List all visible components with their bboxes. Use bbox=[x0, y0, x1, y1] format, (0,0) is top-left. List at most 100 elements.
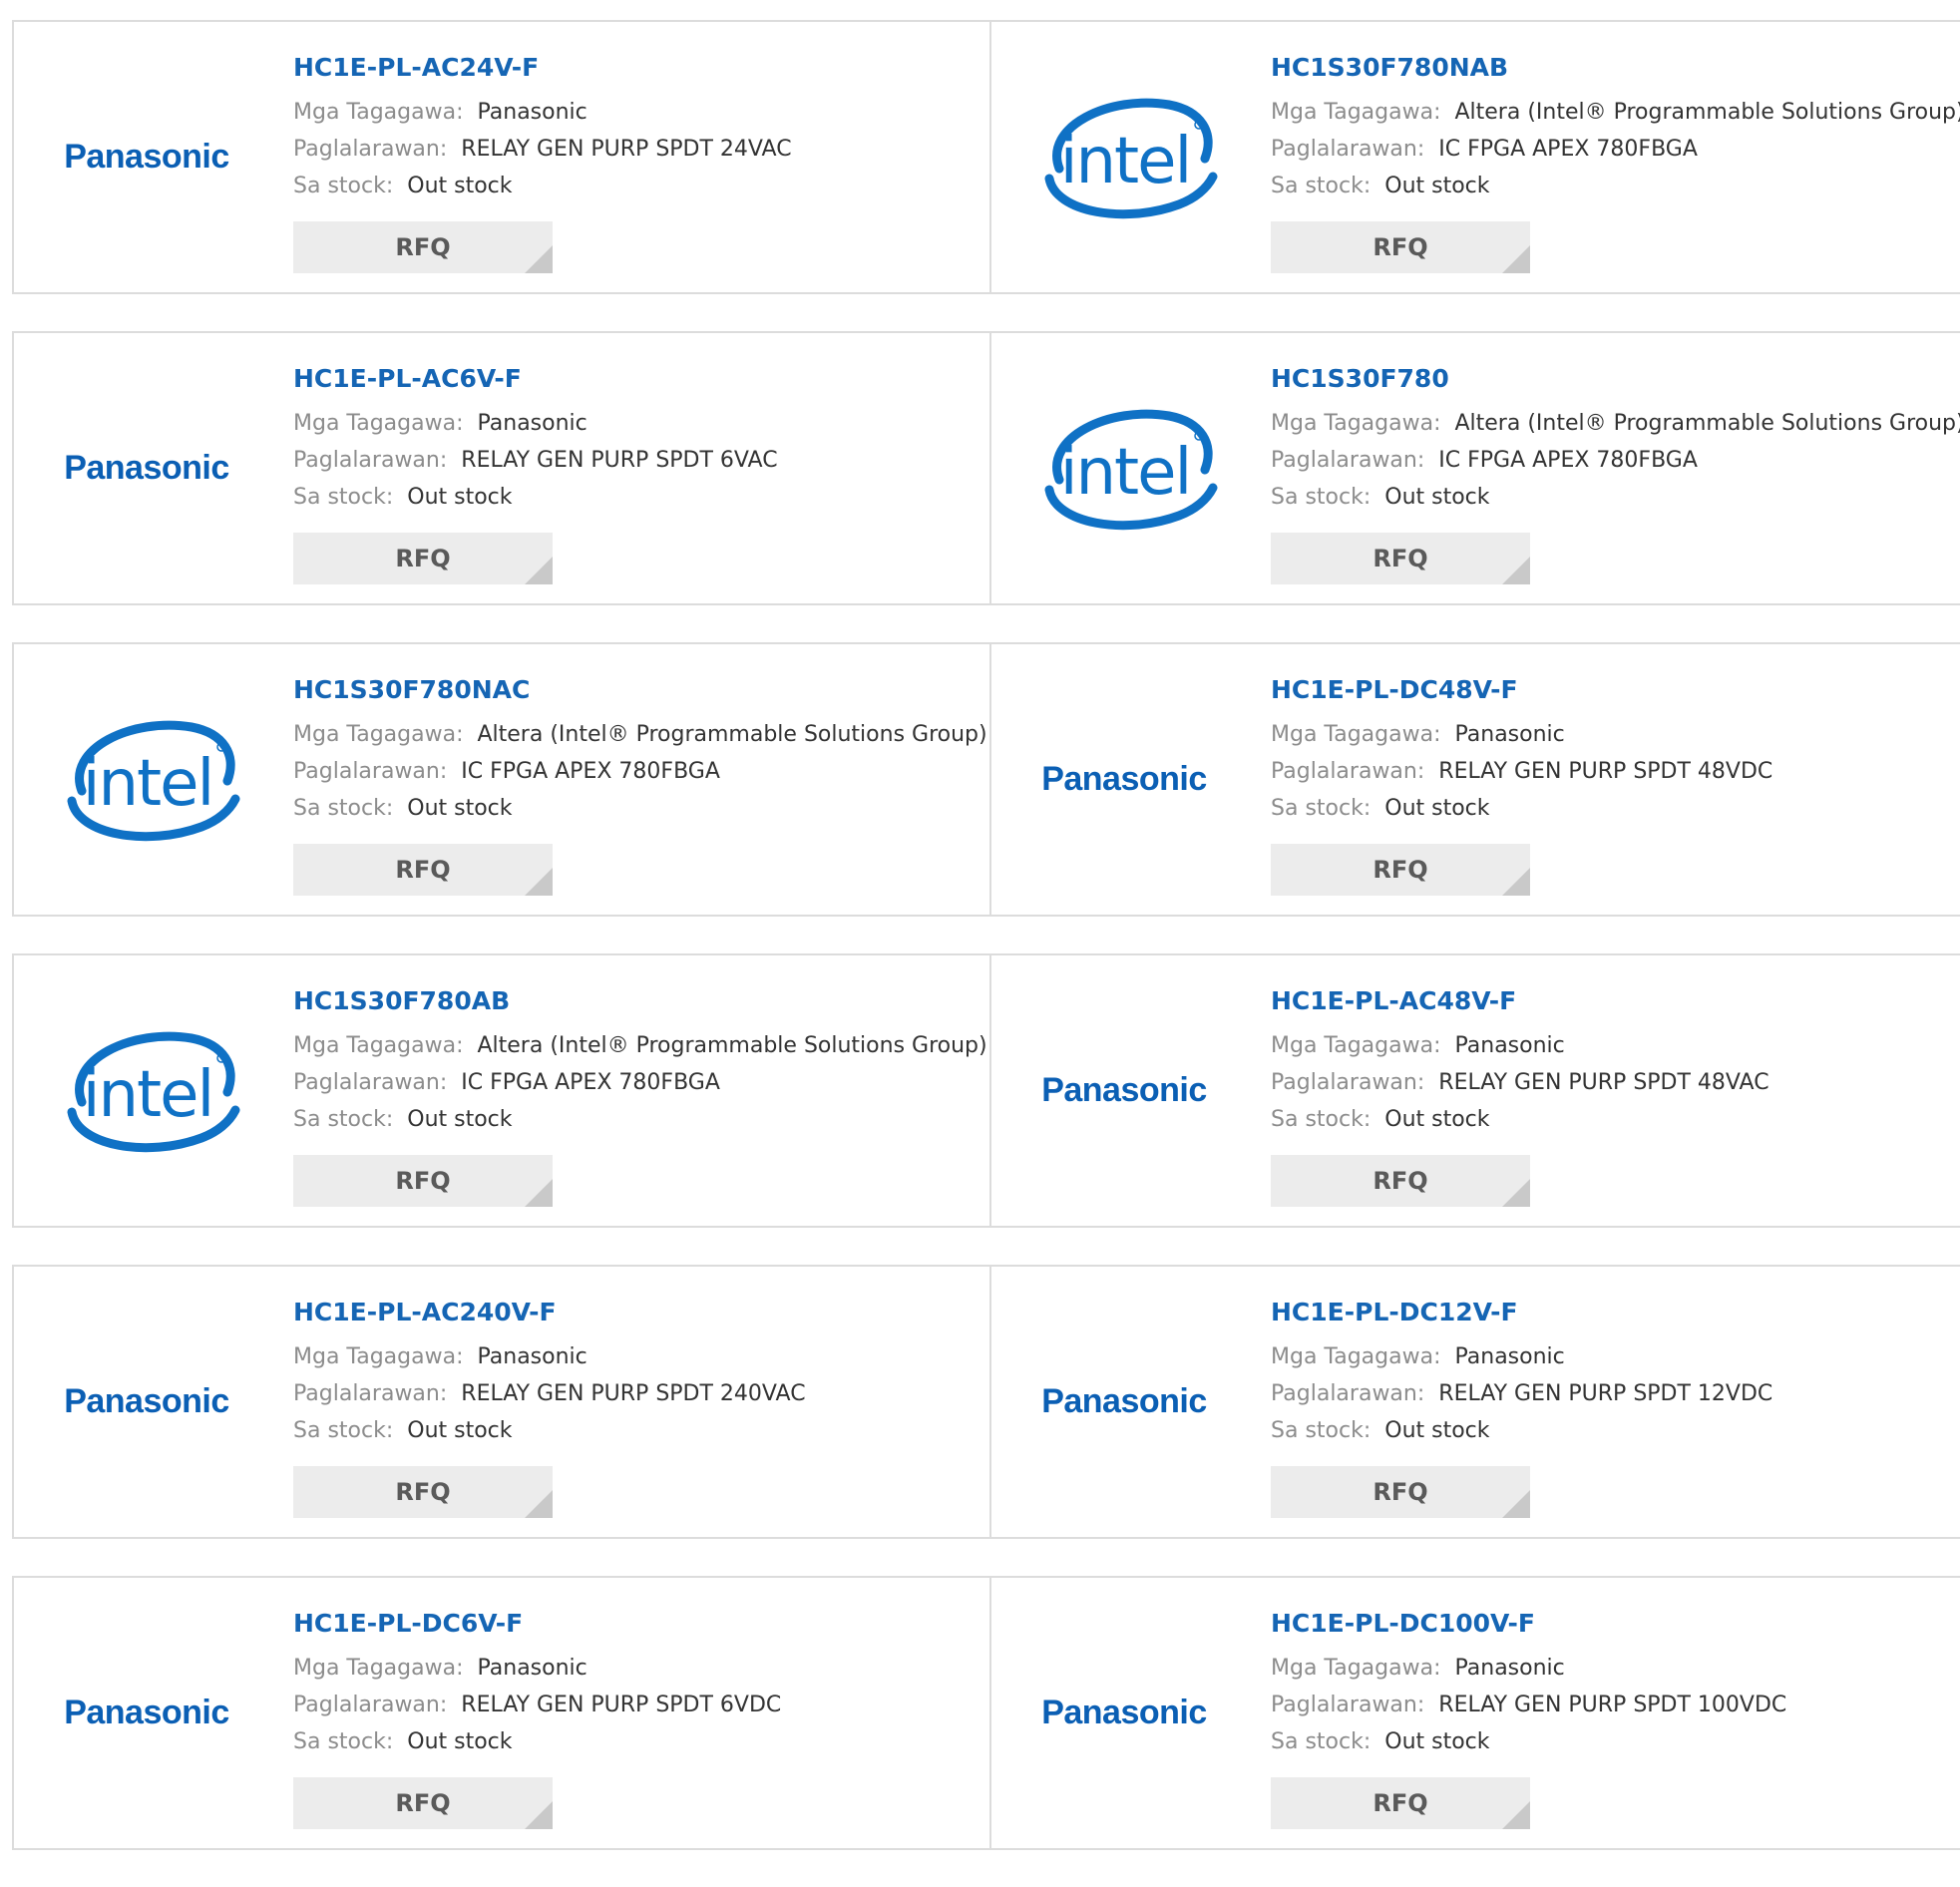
intel-logo-icon[interactable]: intel bbox=[42, 704, 251, 854]
rfq-button[interactable]: RFQ bbox=[293, 221, 553, 273]
part-number-link[interactable]: HC1E-PL-AC24V-F bbox=[293, 50, 989, 86]
part-number-link[interactable]: HC1S30F780NAB bbox=[1271, 50, 1960, 86]
rfq-label: RFQ bbox=[395, 1789, 451, 1817]
description-label: Paglalarawan: bbox=[1271, 137, 1425, 162]
stock-value: Out stock bbox=[1384, 1107, 1490, 1132]
manufacturer-value: Altera (Intel® Programmable Solutions Gr… bbox=[477, 722, 987, 747]
rfq-button[interactable]: RFQ bbox=[1271, 1155, 1530, 1207]
rfq-button[interactable]: RFQ bbox=[293, 1155, 553, 1207]
manufacturer-value: Panasonic bbox=[477, 100, 588, 125]
description-label: Paglalarawan: bbox=[293, 1070, 448, 1095]
description-value: RELAY GEN PURP SPDT 48VAC bbox=[1438, 1070, 1769, 1095]
description-label: Paglalarawan: bbox=[293, 137, 448, 162]
logo-text: Panasonic bbox=[1041, 1071, 1207, 1109]
stock-value: Out stock bbox=[1384, 1418, 1490, 1443]
part-number-link[interactable]: HC1E-PL-DC6V-F bbox=[293, 1606, 989, 1642]
manufacturer-line: Mga Tagagawa: Panasonic bbox=[1271, 1027, 1960, 1064]
panasonic-logo-icon[interactable]: Panasonic bbox=[1019, 704, 1229, 854]
manufacturer-label: Mga Tagagawa: bbox=[1271, 1656, 1441, 1681]
stock-line: Sa stock: Out stock bbox=[1271, 1723, 1960, 1760]
stock-value: Out stock bbox=[407, 1729, 513, 1754]
description-value: IC FPGA APEX 780FBGA bbox=[461, 759, 720, 784]
manufacturer-value: Panasonic bbox=[477, 1344, 588, 1369]
product-info: HC1E-PL-DC12V-F Mga Tagagawa: Panasonic … bbox=[1271, 1295, 1960, 1449]
logo-text: intel bbox=[1060, 125, 1191, 198]
panasonic-logo-icon[interactable]: Panasonic bbox=[42, 82, 251, 231]
description-label: Paglalarawan: bbox=[1271, 1693, 1425, 1717]
intel-logo-icon[interactable]: intel bbox=[42, 1015, 251, 1165]
part-number-link[interactable]: HC1S30F780AB bbox=[293, 983, 989, 1019]
logo-text: intel bbox=[83, 747, 213, 821]
intel-logo-icon[interactable]: intel bbox=[1019, 393, 1229, 543]
description-label: Paglalarawan: bbox=[1271, 1070, 1425, 1095]
intel-logo-icon[interactable]: intel bbox=[1019, 82, 1229, 231]
rfq-button[interactable]: RFQ bbox=[1271, 1466, 1530, 1518]
product-grid: Panasonic HC1E-PL-AC24V-F Mga Tagagawa: … bbox=[12, 20, 1960, 1887]
panasonic-logo-icon[interactable]: Panasonic bbox=[1019, 1326, 1229, 1476]
rfq-button[interactable]: RFQ bbox=[1271, 1777, 1530, 1829]
part-number-link[interactable]: HC1E-PL-AC240V-F bbox=[293, 1295, 989, 1330]
panasonic-logo-icon[interactable]: Panasonic bbox=[42, 1638, 251, 1787]
stock-line: Sa stock: Out stock bbox=[293, 1101, 989, 1138]
manufacturer-value: Altera (Intel® Programmable Solutions Gr… bbox=[1454, 411, 1960, 436]
manufacturer-line: Mga Tagagawa: Altera (Intel® Programmabl… bbox=[293, 716, 989, 753]
rfq-label: RFQ bbox=[1372, 1789, 1428, 1817]
stock-value: Out stock bbox=[407, 1107, 513, 1132]
panasonic-logo-svg: Panasonic bbox=[64, 449, 229, 487]
product-info: HC1E-PL-DC48V-F Mga Tagagawa: Panasonic … bbox=[1271, 672, 1960, 827]
stock-line: Sa stock: Out stock bbox=[293, 168, 989, 204]
stock-value: Out stock bbox=[1384, 485, 1490, 510]
description-line: Paglalarawan: IC FPGA APEX 780FBGA bbox=[293, 1064, 989, 1101]
logo-text: Panasonic bbox=[64, 449, 229, 487]
panasonic-logo-icon[interactable]: Panasonic bbox=[42, 393, 251, 543]
product-card: Panasonic HC1E-PL-DC12V-F Mga Tagagawa: … bbox=[989, 1267, 1960, 1537]
manufacturer-label: Mga Tagagawa: bbox=[293, 1656, 464, 1681]
panasonic-logo-icon[interactable]: Panasonic bbox=[1019, 1015, 1229, 1165]
product-row: Panasonic HC1E-PL-AC24V-F Mga Tagagawa: … bbox=[12, 20, 1960, 294]
product-row: intel HC1S30F780AB Mga Tagagawa: Altera … bbox=[12, 953, 1960, 1228]
part-number-link[interactable]: HC1E-PL-DC100V-F bbox=[1271, 1606, 1960, 1642]
rfq-button[interactable]: RFQ bbox=[1271, 221, 1530, 273]
part-number-link[interactable]: HC1S30F780 bbox=[1271, 361, 1960, 397]
rfq-button[interactable]: RFQ bbox=[293, 844, 553, 896]
stock-label: Sa stock: bbox=[293, 1418, 394, 1443]
description-label: Paglalarawan: bbox=[1271, 1381, 1425, 1406]
part-number-link[interactable]: HC1E-PL-AC48V-F bbox=[1271, 983, 1960, 1019]
description-value: RELAY GEN PURP SPDT 240VAC bbox=[461, 1381, 806, 1406]
corner-triangle-icon bbox=[1502, 1179, 1530, 1207]
product-info: HC1E-PL-AC48V-F Mga Tagagawa: Panasonic … bbox=[1271, 983, 1960, 1138]
stock-label: Sa stock: bbox=[1271, 1107, 1372, 1132]
rfq-button[interactable]: RFQ bbox=[1271, 844, 1530, 896]
manufacturer-label: Mga Tagagawa: bbox=[293, 722, 464, 747]
stock-label: Sa stock: bbox=[293, 1729, 394, 1754]
stock-label: Sa stock: bbox=[1271, 485, 1372, 510]
description-label: Paglalarawan: bbox=[293, 1693, 448, 1717]
product-card: Panasonic HC1E-PL-AC240V-F Mga Tagagawa:… bbox=[14, 1267, 989, 1537]
logo-text: intel bbox=[83, 1058, 213, 1132]
product-info: HC1E-PL-AC240V-F Mga Tagagawa: Panasonic… bbox=[293, 1295, 989, 1449]
description-value: RELAY GEN PURP SPDT 100VDC bbox=[1438, 1693, 1787, 1717]
corner-triangle-icon bbox=[525, 557, 553, 584]
panasonic-logo-icon[interactable]: Panasonic bbox=[1019, 1638, 1229, 1787]
manufacturer-label: Mga Tagagawa: bbox=[293, 100, 464, 125]
part-number-link[interactable]: HC1E-PL-DC48V-F bbox=[1271, 672, 1960, 708]
manufacturer-label: Mga Tagagawa: bbox=[293, 1344, 464, 1369]
description-value: IC FPGA APEX 780FBGA bbox=[461, 1070, 720, 1095]
part-number-link[interactable]: HC1E-PL-DC12V-F bbox=[1271, 1295, 1960, 1330]
stock-line: Sa stock: Out stock bbox=[1271, 168, 1960, 204]
rfq-button[interactable]: RFQ bbox=[293, 1777, 553, 1829]
manufacturer-value: Panasonic bbox=[477, 1656, 588, 1681]
rfq-button[interactable]: RFQ bbox=[293, 533, 553, 584]
rfq-button[interactable]: RFQ bbox=[293, 1466, 553, 1518]
part-number-link[interactable]: HC1S30F780NAC bbox=[293, 672, 989, 708]
logo-text: Panasonic bbox=[64, 138, 229, 176]
stock-label: Sa stock: bbox=[1271, 1729, 1372, 1754]
stock-value: Out stock bbox=[1384, 174, 1490, 198]
panasonic-logo-icon[interactable]: Panasonic bbox=[42, 1326, 251, 1476]
manufacturer-label: Mga Tagagawa: bbox=[293, 411, 464, 436]
product-card: intel HC1S30F780 Mga Tagagawa: Altera (I… bbox=[989, 333, 1960, 603]
manufacturer-value: Panasonic bbox=[1454, 1033, 1565, 1058]
part-number-link[interactable]: HC1E-PL-AC6V-F bbox=[293, 361, 989, 397]
rfq-button[interactable]: RFQ bbox=[1271, 533, 1530, 584]
product-card: Panasonic HC1E-PL-AC48V-F Mga Tagagawa: … bbox=[989, 955, 1960, 1226]
